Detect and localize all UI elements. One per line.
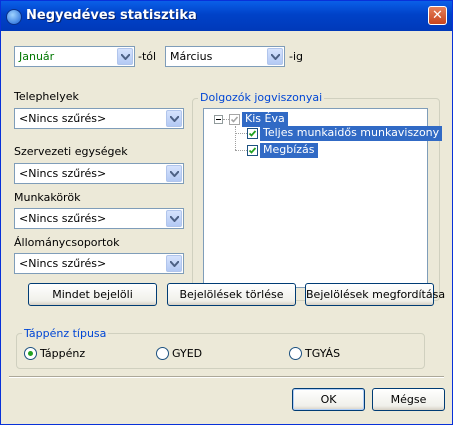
tree-root-label[interactable]: Kis Éva	[242, 112, 288, 127]
divider	[9, 376, 444, 378]
invert-selection-button[interactable]: Bejelölések megfordítása	[305, 283, 445, 306]
employees-tree[interactable]: Kis Éva Teljes munkaidős munkaviszony Me…	[203, 108, 443, 288]
close-icon: ✕	[432, 8, 443, 23]
to-month-select[interactable]: Március	[165, 46, 285, 67]
child-1-checkbox[interactable]	[247, 128, 258, 139]
radio-gyed-label[interactable]: GYED	[172, 347, 202, 360]
from-month-value: Január	[19, 50, 55, 63]
chevron-down-icon[interactable]	[166, 255, 182, 272]
munkakorok-select[interactable]: <Nincs szűrés>	[14, 208, 184, 229]
checkmark-icon	[230, 116, 239, 123]
radio-tappenz[interactable]	[24, 347, 37, 360]
szervezeti-value: <Nincs szűrés>	[19, 167, 107, 180]
munkakorok-value: <Nincs szűrés>	[19, 212, 107, 225]
tree-child-label[interactable]: Teljes munkaidős munkaviszony	[260, 126, 443, 141]
allomany-label: Állománycsoportok	[14, 236, 120, 249]
szervezeti-label: Szervezeti egységek	[14, 145, 128, 158]
app-icon	[6, 9, 22, 25]
allomany-value: <Nincs szűrés>	[19, 257, 107, 270]
employees-group-title: Dolgozók jogviszonyai	[198, 91, 325, 104]
checkmark-icon	[248, 130, 257, 137]
telephelyek-select[interactable]: <Nincs szűrés>	[14, 108, 184, 129]
allomany-select[interactable]: <Nincs szűrés>	[14, 253, 184, 274]
root-checkbox[interactable]	[229, 114, 240, 125]
chevron-down-icon[interactable]	[267, 48, 283, 65]
szervezeti-select[interactable]: <Nincs szűrés>	[14, 163, 184, 184]
munkakorok-label: Munkakörök	[14, 191, 81, 204]
radio-tgyas[interactable]	[289, 347, 302, 360]
chevron-down-icon[interactable]	[166, 165, 182, 182]
telephelyek-value: <Nincs szűrés>	[19, 112, 107, 125]
to-suffix-label: -ig	[289, 50, 304, 63]
telephelyek-label: Telephelyek	[14, 90, 79, 103]
window-title: Negyedéves statisztika	[26, 8, 197, 23]
radio-tappenz-label[interactable]: Táppénz	[40, 347, 85, 360]
child-2-checkbox[interactable]	[247, 145, 258, 156]
tree-connector	[235, 150, 247, 151]
chevron-down-icon[interactable]	[117, 48, 133, 65]
tree-child-label[interactable]: Megbízás	[260, 143, 318, 158]
tree-connector	[235, 126, 236, 150]
collapse-icon[interactable]	[214, 115, 223, 124]
chevron-down-icon[interactable]	[166, 210, 182, 227]
sick-leave-group-title: Táppénz típusa	[22, 327, 109, 340]
clear-selection-button[interactable]: Bejelölések törlése	[167, 283, 296, 306]
checkmark-icon	[248, 147, 257, 154]
to-month-value: Március	[170, 50, 213, 63]
from-suffix-label: -tól	[138, 50, 157, 63]
chevron-down-icon[interactable]	[166, 110, 182, 127]
close-button[interactable]: ✕	[428, 6, 447, 25]
select-all-button[interactable]: Mindet bejelöli	[28, 283, 157, 306]
radio-gyed[interactable]	[156, 347, 169, 360]
cancel-button[interactable]: Mégse	[372, 388, 445, 411]
dialog-window: Negyedéves statisztika ✕ Január -tól Már…	[0, 0, 453, 425]
tree-connector	[235, 133, 247, 134]
from-month-select[interactable]: Január	[14, 46, 135, 67]
radio-tgyas-label[interactable]: TGYÁS	[305, 347, 340, 360]
title-bar[interactable]: Negyedéves statisztika ✕	[1, 1, 452, 31]
ok-button[interactable]: OK	[292, 388, 365, 411]
